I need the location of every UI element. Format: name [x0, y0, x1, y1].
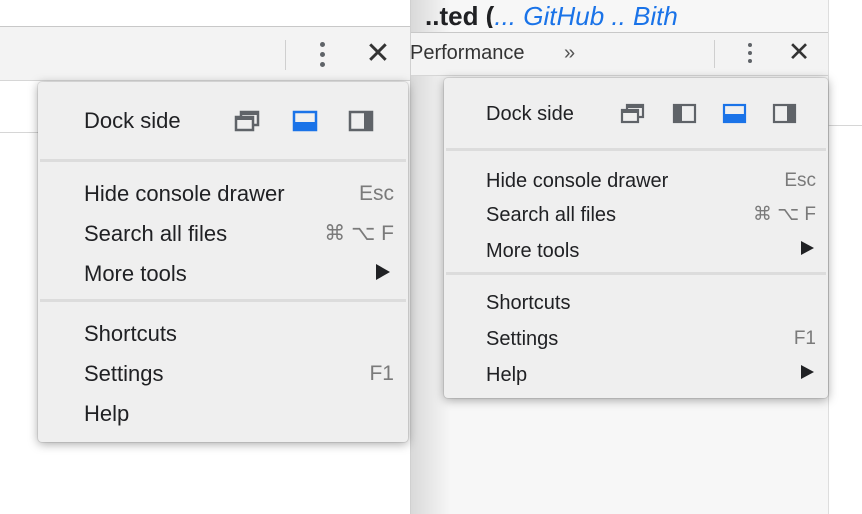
- submenu-arrow-icon: [801, 241, 814, 255]
- menu-item-more-tools[interactable]: More tools: [84, 261, 187, 287]
- tab-performance[interactable]: Performance: [410, 40, 525, 66]
- panel-divider: [828, 125, 862, 126]
- menu-item-settings[interactable]: Settings: [84, 361, 164, 387]
- dock-bottom-icon[interactable]: [722, 103, 748, 125]
- more-options-icon[interactable]: [310, 38, 334, 70]
- undock-icon[interactable]: [620, 103, 646, 125]
- menu-item-help[interactable]: Help: [486, 363, 527, 387]
- dock-bottom-icon[interactable]: [292, 110, 318, 132]
- more-options-icon[interactable]: [739, 38, 761, 68]
- menu-item-hide-console-drawer[interactable]: Hide console drawer: [84, 181, 285, 207]
- menu-divider: [446, 272, 826, 275]
- undock-icon[interactable]: [234, 110, 260, 132]
- shortcut-esc: Esc: [358, 182, 394, 205]
- dock-side-label: Dock side: [84, 108, 181, 133]
- toolbar-separator: [285, 40, 286, 70]
- submenu-arrow-icon: [376, 264, 390, 280]
- close-icon[interactable]: ✕: [364, 38, 392, 70]
- menu-item-help[interactable]: Help: [84, 401, 129, 427]
- left-toolbar: [0, 26, 411, 81]
- dock-left-icon[interactable]: [672, 103, 698, 125]
- page-heading-link[interactable]: ... GitHub .. Bith: [494, 4, 678, 28]
- menu-divider: [446, 148, 826, 151]
- menu-item-shortcuts[interactable]: Shortcuts: [84, 321, 177, 347]
- shortcut-esc: Esc: [784, 170, 816, 191]
- menu-item-shortcuts[interactable]: Shortcuts: [486, 291, 570, 315]
- close-icon[interactable]: ✕: [786, 38, 812, 68]
- shortcut-search: ⌘ ⌥ F: [752, 204, 816, 225]
- menu-item-search-all-files[interactable]: Search all files: [84, 221, 227, 247]
- menu-item-settings[interactable]: Settings: [486, 327, 558, 351]
- dock-side-label: Dock side: [486, 103, 574, 125]
- page-heading-text: ..ted (: [425, 4, 495, 28]
- page-heading: ..ted (... GitHub .. Bith: [425, 4, 835, 28]
- dock-right-icon[interactable]: [772, 103, 798, 125]
- toolbar-separator: [714, 40, 715, 68]
- menu-item-hide-console-drawer[interactable]: Hide console drawer: [486, 169, 668, 193]
- devtools-menu-left: Dock side Hide console drawer Esc Search…: [38, 82, 408, 442]
- menu-divider: [40, 299, 406, 302]
- shortcut-search: ⌘ ⌥ F: [324, 222, 394, 245]
- page-content-strip: [828, 0, 862, 514]
- menu-divider: [40, 159, 406, 162]
- dock-right-icon[interactable]: [348, 110, 374, 132]
- shortcut-f1: F1: [793, 328, 816, 349]
- panel-divider: [0, 132, 40, 133]
- submenu-arrow-icon: [801, 365, 814, 379]
- shortcut-f1: F1: [369, 362, 394, 385]
- menu-item-more-tools[interactable]: More tools: [486, 239, 579, 263]
- menu-item-search-all-files[interactable]: Search all files: [486, 203, 616, 227]
- tab-overflow-icon[interactable]: »: [564, 40, 575, 66]
- devtools-menu-right: Dock side Hide console drawer Esc Search…: [444, 78, 828, 398]
